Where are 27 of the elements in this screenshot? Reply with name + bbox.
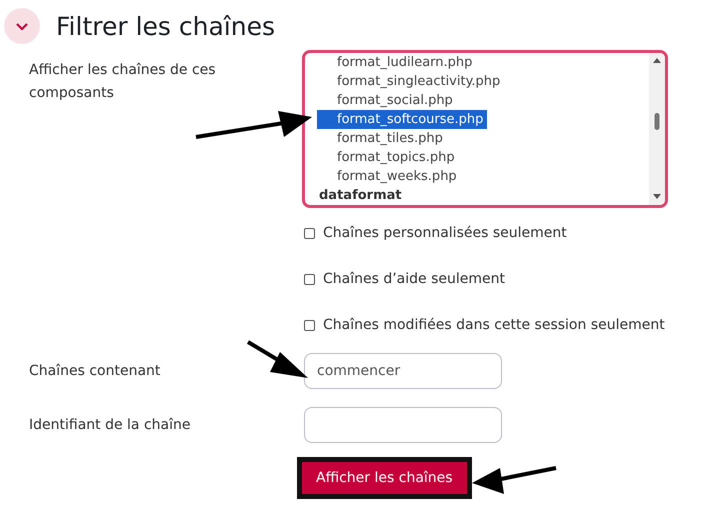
chevron-icon xyxy=(15,22,29,30)
text-field[interactable] xyxy=(304,407,502,443)
list-option[interactable]: format_singleactivity.php xyxy=(317,72,504,91)
list-option[interactable]: format_topics.php xyxy=(317,148,459,167)
component-listbox[interactable]: format_ludilearn.php format_singleactivity.php format_social.php format_softcourse.php format_tiles.php format_topics.php format_weeks.php dataformat xyxy=(302,50,668,208)
checkbox[interactable] xyxy=(304,274,315,284)
section-title: Filtrer les chaînes xyxy=(56,12,275,40)
checkbox[interactable] xyxy=(304,320,315,330)
checkbox-label: Chaînes d’aide seulement xyxy=(323,271,505,287)
field-label: Chaînes contenant xyxy=(29,362,162,380)
collapse-toggle[interactable] xyxy=(4,8,40,44)
text-field[interactable]: commencer xyxy=(304,353,502,389)
scrollbar[interactable] xyxy=(649,53,665,205)
submit-button[interactable]: Afficher les chaînes xyxy=(297,457,472,499)
checkbox-label: Chaînes personnalisées seulement xyxy=(323,225,567,241)
list-option[interactable]: format_tiles.php xyxy=(317,129,447,148)
arrow-icon xyxy=(470,466,558,496)
list-option[interactable]: format_ludilearn.php xyxy=(317,53,476,72)
list-option[interactable]: format_softcourse.php xyxy=(317,110,488,129)
field-label: Afficher les chaînes de ces composants xyxy=(29,61,217,103)
checkbox[interactable] xyxy=(304,228,315,238)
list-option[interactable]: format_social.php xyxy=(317,91,457,110)
checkbox-label: Chaînes modifiées dans cette session seulement xyxy=(323,317,665,333)
list-option[interactable]: format_weeks.php xyxy=(317,167,461,186)
list-option[interactable]: dataformat xyxy=(305,186,406,205)
field-label: Identifiant de la chaîne xyxy=(29,416,192,434)
arrow-icon xyxy=(246,340,310,380)
